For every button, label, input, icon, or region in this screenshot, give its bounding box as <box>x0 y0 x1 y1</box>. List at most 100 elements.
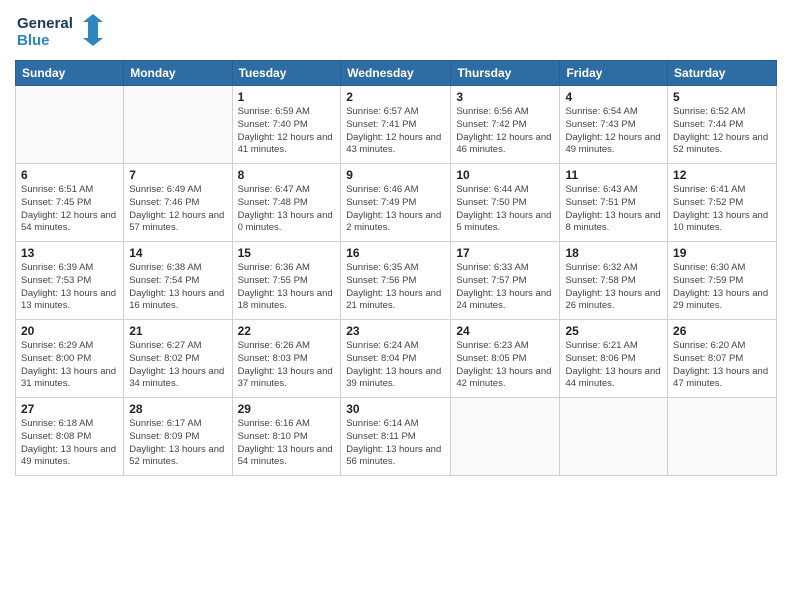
logo: General Blue <box>15 10 105 52</box>
day-detail: Sunrise: 6:43 AM Sunset: 7:51 PM Dayligh… <box>565 184 662 235</box>
day-detail: Sunrise: 6:47 AM Sunset: 7:48 PM Dayligh… <box>238 184 336 235</box>
day-detail: Sunrise: 6:49 AM Sunset: 7:46 PM Dayligh… <box>129 184 226 235</box>
day-number: 29 <box>238 402 336 416</box>
day-detail: Sunrise: 6:54 AM Sunset: 7:43 PM Dayligh… <box>565 106 662 157</box>
calendar-cell <box>560 398 668 476</box>
calendar-cell: 14 Sunrise: 6:38 AM Sunset: 7:54 PM Dayli… <box>124 242 232 320</box>
day-number: 20 <box>21 324 118 338</box>
weekday-header-sunday: Sunday <box>16 61 124 86</box>
day-detail: Sunrise: 6:16 AM Sunset: 8:10 PM Dayligh… <box>238 418 336 469</box>
day-detail: Sunrise: 6:14 AM Sunset: 8:11 PM Dayligh… <box>346 418 445 469</box>
calendar-cell: 29 Sunrise: 6:16 AM Sunset: 8:10 PM Dayli… <box>232 398 341 476</box>
day-number: 27 <box>21 402 118 416</box>
calendar-cell: 30 Sunrise: 6:14 AM Sunset: 8:11 PM Dayli… <box>341 398 451 476</box>
day-detail: Sunrise: 6:26 AM Sunset: 8:03 PM Dayligh… <box>238 340 336 391</box>
day-number: 19 <box>673 246 771 260</box>
day-detail: Sunrise: 6:41 AM Sunset: 7:52 PM Dayligh… <box>673 184 771 235</box>
day-number: 21 <box>129 324 226 338</box>
day-detail: Sunrise: 6:17 AM Sunset: 8:09 PM Dayligh… <box>129 418 226 469</box>
day-detail: Sunrise: 6:46 AM Sunset: 7:49 PM Dayligh… <box>346 184 445 235</box>
day-number: 28 <box>129 402 226 416</box>
day-number: 12 <box>673 168 771 182</box>
day-number: 1 <box>238 90 336 104</box>
calendar-cell: 22Sunrise: 6:26 AM Sunset: 8:03 PM Dayli… <box>232 320 341 398</box>
calendar-cell: 12 Sunrise: 6:41 AM Sunset: 7:52 PM Dayli… <box>668 164 777 242</box>
calendar-cell: 9 Sunrise: 6:46 AM Sunset: 7:49 PM Daylig… <box>341 164 451 242</box>
day-number: 23 <box>346 324 445 338</box>
week-row-4: 20 Sunrise: 6:29 AM Sunset: 8:00 PM Dayli… <box>16 320 777 398</box>
day-detail: Sunrise: 6:27 AM Sunset: 8:02 PM Dayligh… <box>129 340 226 391</box>
day-detail: Sunrise: 6:39 AM Sunset: 7:53 PM Dayligh… <box>21 262 118 313</box>
calendar-cell: 24 Sunrise: 6:23 AM Sunset: 8:05 PM Dayli… <box>451 320 560 398</box>
calendar-cell: 17 Sunrise: 6:33 AM Sunset: 7:57 PM Dayli… <box>451 242 560 320</box>
calendar-cell <box>668 398 777 476</box>
day-number: 11 <box>565 168 662 182</box>
day-number: 9 <box>346 168 445 182</box>
calendar-cell: 2 Sunrise: 6:57 AM Sunset: 7:41 PM Daylig… <box>341 86 451 164</box>
day-detail: Sunrise: 6:24 AM Sunset: 8:04 PM Dayligh… <box>346 340 445 391</box>
week-row-5: 27 Sunrise: 6:18 AM Sunset: 8:08 PM Dayli… <box>16 398 777 476</box>
day-number: 2 <box>346 90 445 104</box>
day-detail: Sunrise: 6:29 AM Sunset: 8:00 PM Dayligh… <box>21 340 118 391</box>
day-detail: Sunrise: 6:36 AM Sunset: 7:55 PM Dayligh… <box>238 262 336 313</box>
weekday-header-row: SundayMondayTuesdayWednesdayThursdayFrid… <box>16 61 777 86</box>
day-number: 18 <box>565 246 662 260</box>
day-detail: Sunrise: 6:20 AM Sunset: 8:07 PM Dayligh… <box>673 340 771 391</box>
week-row-1: 1 Sunrise: 6:59 AM Sunset: 7:40 PM Daylig… <box>16 86 777 164</box>
calendar-cell: 7 Sunrise: 6:49 AM Sunset: 7:46 PM Daylig… <box>124 164 232 242</box>
day-detail: Sunrise: 6:59 AM Sunset: 7:40 PM Dayligh… <box>238 106 336 157</box>
day-number: 6 <box>21 168 118 182</box>
day-number: 30 <box>346 402 445 416</box>
calendar-cell: 6 Sunrise: 6:51 AM Sunset: 7:45 PM Daylig… <box>16 164 124 242</box>
day-number: 13 <box>21 246 118 260</box>
calendar-cell: 25 Sunrise: 6:21 AM Sunset: 8:06 PM Dayli… <box>560 320 668 398</box>
day-detail: Sunrise: 6:52 AM Sunset: 7:44 PM Dayligh… <box>673 106 771 157</box>
day-detail: Sunrise: 6:35 AM Sunset: 7:56 PM Dayligh… <box>346 262 445 313</box>
day-detail: Sunrise: 6:18 AM Sunset: 8:08 PM Dayligh… <box>21 418 118 469</box>
day-number: 10 <box>456 168 554 182</box>
svg-text:Blue: Blue <box>17 32 50 49</box>
day-detail: Sunrise: 6:21 AM Sunset: 8:06 PM Dayligh… <box>565 340 662 391</box>
day-number: 8 <box>238 168 336 182</box>
calendar-table: SundayMondayTuesdayWednesdayThursdayFrid… <box>15 60 777 476</box>
calendar-cell: 11 Sunrise: 6:43 AM Sunset: 7:51 PM Dayli… <box>560 164 668 242</box>
day-number: 15 <box>238 246 336 260</box>
day-number: 17 <box>456 246 554 260</box>
day-detail: Sunrise: 6:57 AM Sunset: 7:41 PM Dayligh… <box>346 106 445 157</box>
day-number: 4 <box>565 90 662 104</box>
day-detail: Sunrise: 6:38 AM Sunset: 7:54 PM Dayligh… <box>129 262 226 313</box>
day-number: 16 <box>346 246 445 260</box>
week-row-2: 6 Sunrise: 6:51 AM Sunset: 7:45 PM Daylig… <box>16 164 777 242</box>
calendar-cell: 26Sunrise: 6:20 AM Sunset: 8:07 PM Dayli… <box>668 320 777 398</box>
day-detail: Sunrise: 6:51 AM Sunset: 7:45 PM Dayligh… <box>21 184 118 235</box>
day-number: 25 <box>565 324 662 338</box>
calendar-cell <box>451 398 560 476</box>
calendar-cell: 8 Sunrise: 6:47 AM Sunset: 7:48 PM Daylig… <box>232 164 341 242</box>
calendar-cell: 23 Sunrise: 6:24 AM Sunset: 8:04 PM Dayli… <box>341 320 451 398</box>
day-number: 14 <box>129 246 226 260</box>
weekday-header-monday: Monday <box>124 61 232 86</box>
day-number: 3 <box>456 90 554 104</box>
calendar-cell: 1 Sunrise: 6:59 AM Sunset: 7:40 PM Daylig… <box>232 86 341 164</box>
day-detail: Sunrise: 6:33 AM Sunset: 7:57 PM Dayligh… <box>456 262 554 313</box>
day-detail: Sunrise: 6:30 AM Sunset: 7:59 PM Dayligh… <box>673 262 771 313</box>
calendar-cell: 28 Sunrise: 6:17 AM Sunset: 8:09 PM Dayli… <box>124 398 232 476</box>
calendar-cell: 13 Sunrise: 6:39 AM Sunset: 7:53 PM Dayli… <box>16 242 124 320</box>
calendar-cell: 27 Sunrise: 6:18 AM Sunset: 8:08 PM Dayli… <box>16 398 124 476</box>
weekday-header-wednesday: Wednesday <box>341 61 451 86</box>
page: General Blue SundayMondayTuesdayWednesda… <box>0 0 792 612</box>
calendar-cell: 20 Sunrise: 6:29 AM Sunset: 8:00 PM Dayli… <box>16 320 124 398</box>
week-row-3: 13 Sunrise: 6:39 AM Sunset: 7:53 PM Dayli… <box>16 242 777 320</box>
calendar-cell: 5Sunrise: 6:52 AM Sunset: 7:44 PM Daylig… <box>668 86 777 164</box>
calendar-cell: 19 Sunrise: 6:30 AM Sunset: 7:59 PM Dayli… <box>668 242 777 320</box>
day-detail: Sunrise: 6:44 AM Sunset: 7:50 PM Dayligh… <box>456 184 554 235</box>
day-detail: Sunrise: 6:23 AM Sunset: 8:05 PM Dayligh… <box>456 340 554 391</box>
calendar-cell: 3 Sunrise: 6:56 AM Sunset: 7:42 PM Daylig… <box>451 86 560 164</box>
header: General Blue <box>15 10 777 52</box>
calendar-cell: 21 Sunrise: 6:27 AM Sunset: 8:02 PM Dayli… <box>124 320 232 398</box>
day-number: 24 <box>456 324 554 338</box>
day-detail: Sunrise: 6:56 AM Sunset: 7:42 PM Dayligh… <box>456 106 554 157</box>
weekday-header-thursday: Thursday <box>451 61 560 86</box>
day-number: 7 <box>129 168 226 182</box>
calendar-cell <box>16 86 124 164</box>
